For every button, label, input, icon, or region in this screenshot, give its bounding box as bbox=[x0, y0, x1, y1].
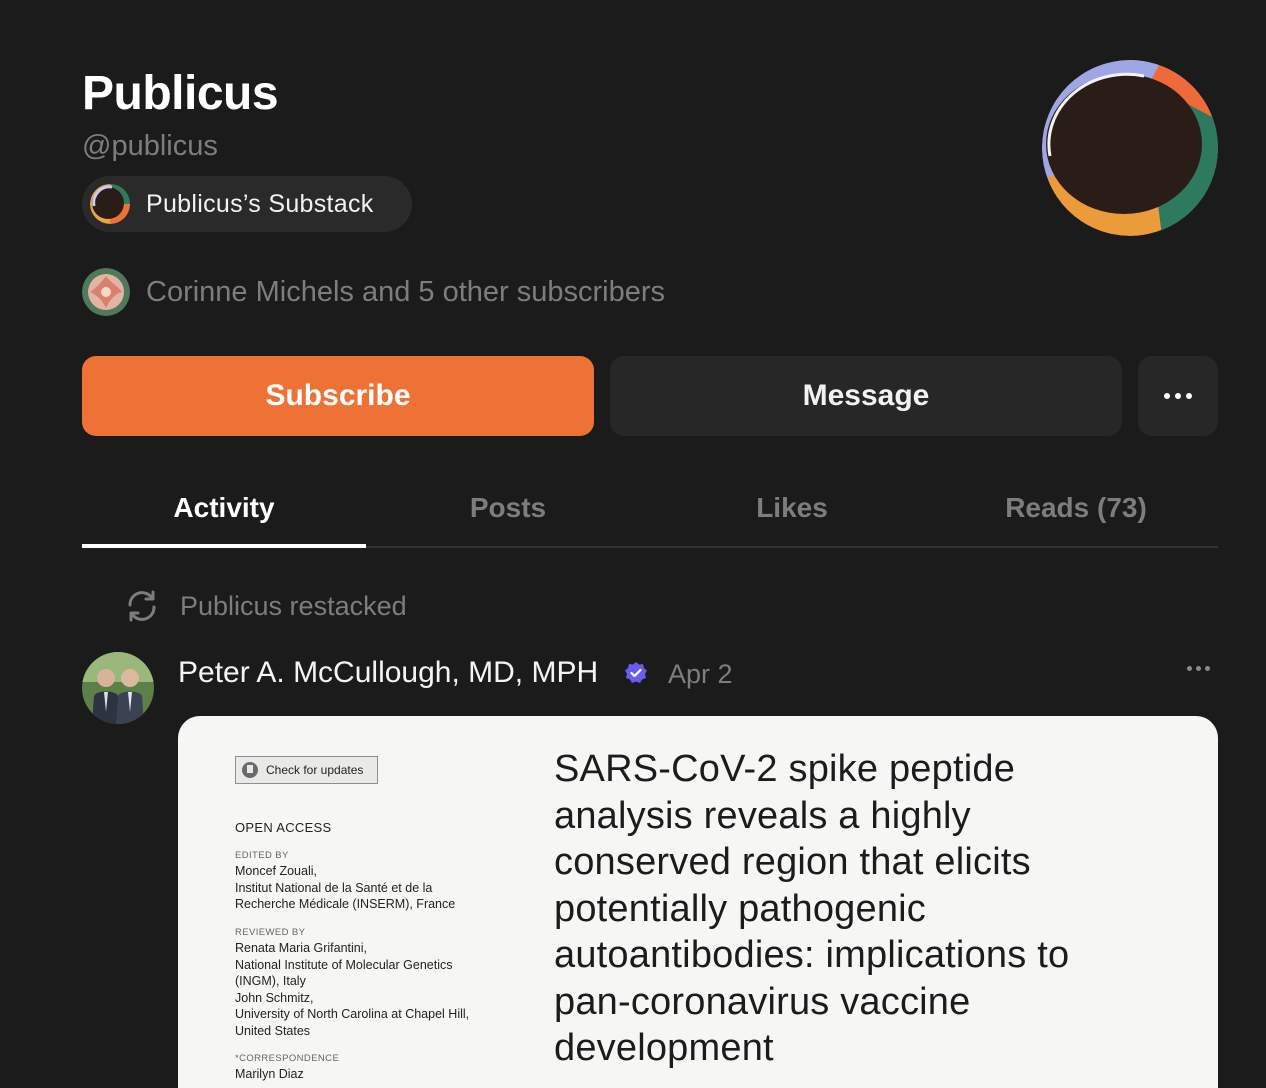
post-header: Peter A. McCullough, MD, MPH Apr 2 bbox=[82, 652, 1218, 724]
subscribers-row[interactable]: Corinne Michels and 5 other subscribers bbox=[82, 268, 665, 316]
ellipsis-icon bbox=[1164, 393, 1192, 399]
edited-by-line: Institut National de la Santé et de la bbox=[235, 880, 433, 895]
reviewed-by-block: REVIEWED BY Renata Maria Grifantini, Nat… bbox=[235, 926, 469, 1039]
more-options-button[interactable] bbox=[1138, 356, 1218, 436]
correspondence-line: Marilyn Diaz bbox=[235, 1067, 304, 1081]
edited-by-line: Recherche Médicale (INSERM), France bbox=[235, 897, 456, 911]
reviewed-by-caption: REVIEWED BY bbox=[235, 927, 306, 938]
tab-likes[interactable]: Likes bbox=[650, 470, 934, 546]
publication-name: Publicus’s Substack bbox=[146, 189, 374, 218]
publication-link[interactable]: Publicus’s Substack bbox=[82, 176, 412, 232]
correspondence-block: *CORRESPONDENCE Marilyn Diaz bbox=[235, 1052, 339, 1083]
reviewed-by-line: (INGM), Italy bbox=[235, 974, 306, 988]
tab-posts[interactable]: Posts bbox=[366, 470, 650, 546]
reviewed-by-line: John Schmitz, bbox=[235, 990, 314, 1005]
profile-page: Publicus @publicus Publicus’s Substack C… bbox=[0, 0, 1266, 1088]
author-avatar[interactable] bbox=[82, 652, 154, 724]
restack-indicator: Publicus restacked bbox=[124, 588, 407, 624]
subscribers-text: Corinne Michels and 5 other subscribers bbox=[146, 275, 666, 308]
check-updates-label: Check for updates bbox=[266, 763, 364, 777]
paper-title: SARS-CoV-2 spike peptide analysis reveal… bbox=[554, 748, 1070, 1069]
subscriber-avatar bbox=[82, 268, 130, 316]
restack-icon bbox=[128, 590, 156, 622]
edited-by-block: EDITED BY Moncef Zouali, Institut Nation… bbox=[235, 849, 455, 913]
reviewed-by-line: United States bbox=[235, 1023, 311, 1038]
profile-tabs: Activity Posts Likes Reads (73) bbox=[82, 470, 1218, 548]
edited-by-line: Moncef Zouali, bbox=[235, 864, 317, 878]
restack-text: Publicus restacked bbox=[180, 590, 407, 621]
post-more-button[interactable] bbox=[1187, 666, 1210, 671]
profile-handle: @publicus bbox=[82, 130, 218, 162]
open-access-label: OPEN ACCESS bbox=[235, 820, 332, 835]
subscribe-button[interactable]: Subscribe bbox=[82, 356, 594, 436]
profile-name: Publicus bbox=[82, 67, 279, 120]
post-date: Apr 2 bbox=[668, 659, 733, 689]
message-button[interactable]: Message bbox=[610, 356, 1122, 436]
tab-activity[interactable]: Activity bbox=[82, 470, 366, 548]
tab-reads[interactable]: Reads (73) bbox=[934, 470, 1218, 546]
reviewed-by-line: Renata Maria Grifantini, bbox=[235, 941, 368, 955]
reviewed-by-line: University of North Carolina at Chapel H… bbox=[235, 1007, 470, 1021]
paper-preview-card[interactable]: Check for updates OPEN ACCESS EDITED BY … bbox=[178, 716, 1218, 1088]
verified-badge-icon bbox=[625, 662, 647, 683]
profile-avatar[interactable] bbox=[1042, 60, 1218, 236]
edited-by-caption: EDITED BY bbox=[235, 850, 289, 861]
bookmark-icon bbox=[242, 762, 258, 778]
publication-logo-icon bbox=[90, 184, 130, 224]
check-for-updates-badge: Check for updates bbox=[235, 756, 378, 784]
author-name[interactable]: Peter A. McCullough, MD, MPH bbox=[178, 656, 598, 690]
reviewed-by-line: National Institute of Molecular Genetics bbox=[235, 957, 453, 972]
correspondence-caption: *CORRESPONDENCE bbox=[235, 1053, 340, 1064]
